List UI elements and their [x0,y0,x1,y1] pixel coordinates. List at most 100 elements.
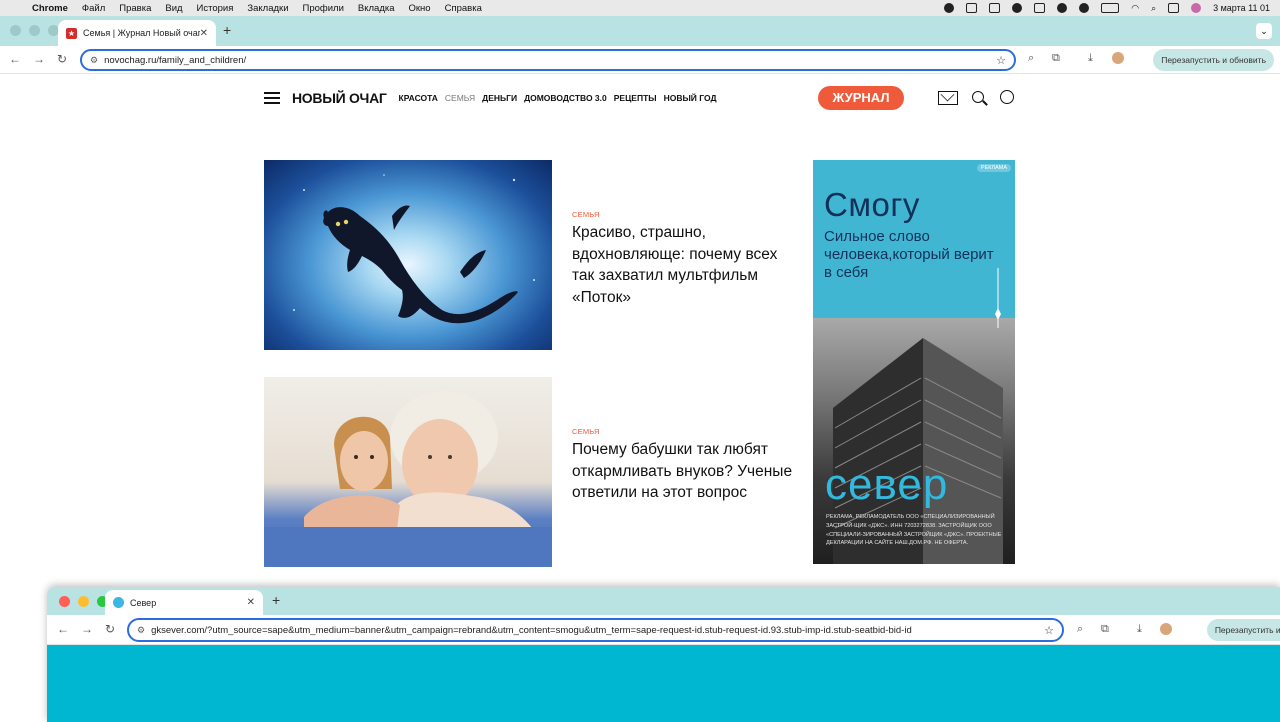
relaunch-button[interactable]: Перезапустить и обновить [1153,49,1274,71]
ad-legal-text: Реклама. Рекламодатель ООО «Специализиро… [826,514,1002,547]
nav-link-family[interactable]: СЕМЬЯ [445,93,475,103]
minimize-window-button[interactable] [78,596,89,607]
menu-app-name[interactable]: Chrome [32,3,68,14]
status-app-icon[interactable] [1057,3,1068,13]
menu-tab[interactable]: Вкладка [358,3,395,14]
user-profile-icon[interactable] [1000,90,1014,104]
mail-icon[interactable] [938,91,958,105]
status-app-icon[interactable] [1079,3,1090,13]
browser-toolbar: ← → ↻ ⚙ novochag.ru/family_and_children/… [0,46,1280,74]
zoom-icon[interactable]: ⌕ [1028,52,1034,65]
article-title[interactable]: Почему бабушки так любят откармливать вн… [572,439,798,504]
menu-view[interactable]: Вид [165,3,182,14]
tab-strip: ★ Семья | Журнал Новый очаг ✕ + ⌄ [0,16,1280,46]
site-favicon-icon: ★ [66,27,77,39]
menu-window[interactable]: Окно [409,3,431,14]
status-app-icon[interactable] [989,3,1001,13]
article-category[interactable]: СЕМЬЯ [572,210,600,219]
article-category[interactable]: СЕМЬЯ [572,427,600,436]
family-photo [264,391,552,567]
url-text[interactable]: gksever.com/?utm_source=sape&utm_medium=… [151,625,912,636]
macos-menubar: Chrome Файл Правка Вид История Закладки … [0,0,1280,16]
siri-icon[interactable] [1191,3,1202,13]
profile-avatar[interactable] [1112,52,1124,64]
window-controls [59,596,108,607]
forward-arrow-icon[interactable]: → [81,622,93,636]
menu-help[interactable]: Справка [445,3,482,14]
article-image[interactable] [264,160,552,350]
ad-subline: Сильное слово человека,который верит в с… [824,228,994,281]
nav-link-recipes[interactable]: РЕЦЕПТЫ [614,93,657,103]
sparkle-icon [995,268,1001,328]
new-tab-icon[interactable]: + [272,592,280,608]
status-app-icon[interactable] [966,3,978,13]
tab-active[interactable]: ★ Семья | Журнал Новый очаг ✕ [58,20,216,46]
extensions-icon[interactable]: ⧉ [1101,623,1109,636]
nav-link-housekeeping[interactable]: ДОМОВОДСТВО 3.0 [524,93,607,103]
article-card[interactable]: СЕМЬЯ Красиво, страшно, вдохновляюще: по… [264,160,804,350]
site-favicon-icon [113,597,124,608]
search-icon[interactable] [972,91,984,103]
bookmark-star-icon[interactable]: ☆ [996,54,1006,67]
close-window-button[interactable] [59,596,70,607]
ad-brand: север [825,460,949,509]
menu-file[interactable]: Файл [82,3,105,14]
menu-edit[interactable]: Правка [119,3,151,14]
site-info-icon[interactable]: ⚙ [90,55,98,66]
hamburger-menu-icon[interactable] [264,92,280,104]
menu-bookmarks[interactable]: Закладки [247,3,288,14]
wifi-icon[interactable]: ◠ [1131,3,1139,14]
site-header: НОВЫЙ ОЧАГ КРАСОТА СЕМЬЯ ДЕНЬГИ ДОМОВОДС… [264,86,1024,110]
search-icon[interactable]: ⌕ [1151,3,1156,14]
relaunch-button[interactable]: Перезапустить и обно [1206,619,1280,641]
nav-link-new-year[interactable]: НОВЫЙ ГОД [664,93,717,103]
zoom-icon[interactable]: ⌕ [1077,623,1083,636]
article-card[interactable]: СЕМЬЯ Почему бабушки так любят откармлив… [264,377,804,567]
forward-arrow-icon[interactable]: → [33,52,45,66]
profile-avatar[interactable] [1160,623,1172,635]
nav-link-money[interactable]: ДЕНЬГИ [482,93,517,103]
close-tab-icon[interactable]: ✕ [200,28,208,39]
journal-button[interactable]: ЖУРНАЛ [818,86,904,110]
back-arrow-icon[interactable]: ← [57,622,69,636]
menubar-clock[interactable]: 3 марта 11 01 [1213,3,1270,13]
site-logo[interactable]: НОВЫЙ ОЧАГ [292,90,387,106]
window-controls [10,25,59,36]
tab-active[interactable]: Север ✕ [105,590,263,615]
ad-label[interactable]: РЕКЛАМА [976,164,1011,172]
article-image[interactable] [264,377,552,567]
address-bar[interactable]: ⚙ gksever.com/?utm_source=sape&utm_mediu… [127,618,1064,642]
minimize-window-button[interactable] [29,25,40,36]
menu-history[interactable]: История [197,3,234,14]
status-app-icon[interactable] [944,3,955,13]
back-arrow-icon[interactable]: ← [9,52,21,66]
new-tab-icon[interactable]: + [223,22,231,38]
landing-page-content [47,645,1280,722]
control-center-icon[interactable] [1168,3,1180,13]
ad-banner[interactable]: РЕКЛАМА Смогу Сильное слово человека,кот… [813,160,1015,564]
reload-icon[interactable]: ↻ [105,622,115,636]
browser-toolbar: ← → ↻ ⚙ gksever.com/?utm_source=sape&utm… [47,615,1280,645]
nav-link-beauty[interactable]: КРАСОТА [399,93,438,103]
battery-icon[interactable] [1101,3,1120,13]
browser-window-landing: Север ✕ + ← → ↻ ⚙ gksever.com/?utm_sourc… [47,587,1280,722]
site-info-icon[interactable]: ⚙ [137,625,145,636]
tab-title: Семья | Журнал Новый очаг [83,28,200,38]
download-icon[interactable]: ⤓ [1088,52,1093,65]
ad-top-panel: РЕКЛАМА Смогу Сильное слово человека,кот… [813,160,1015,318]
keyboard-layout-icon[interactable] [1034,3,1046,13]
close-window-button[interactable] [10,25,21,36]
cat-illustration [293,174,535,324]
status-app-icon[interactable] [1012,3,1023,13]
article-title[interactable]: Красиво, страшно, вдохновляюще: почему в… [572,222,798,308]
menu-profiles[interactable]: Профили [303,3,344,14]
address-bar[interactable]: ⚙ novochag.ru/family_and_children/ ☆ [80,49,1016,71]
download-icon[interactable]: ⤓ [1137,623,1142,636]
status-area: ◠ ⌕ 3 марта 11 01 [944,0,1270,16]
extensions-icon[interactable]: ⧉ [1052,52,1060,65]
bookmark-star-icon[interactable]: ☆ [1044,624,1054,637]
reload-icon[interactable]: ↻ [57,52,67,66]
close-tab-icon[interactable]: ✕ [247,597,255,608]
url-text[interactable]: novochag.ru/family_and_children/ [104,55,246,66]
tab-search-chevron-icon[interactable]: ⌄ [1256,23,1272,39]
